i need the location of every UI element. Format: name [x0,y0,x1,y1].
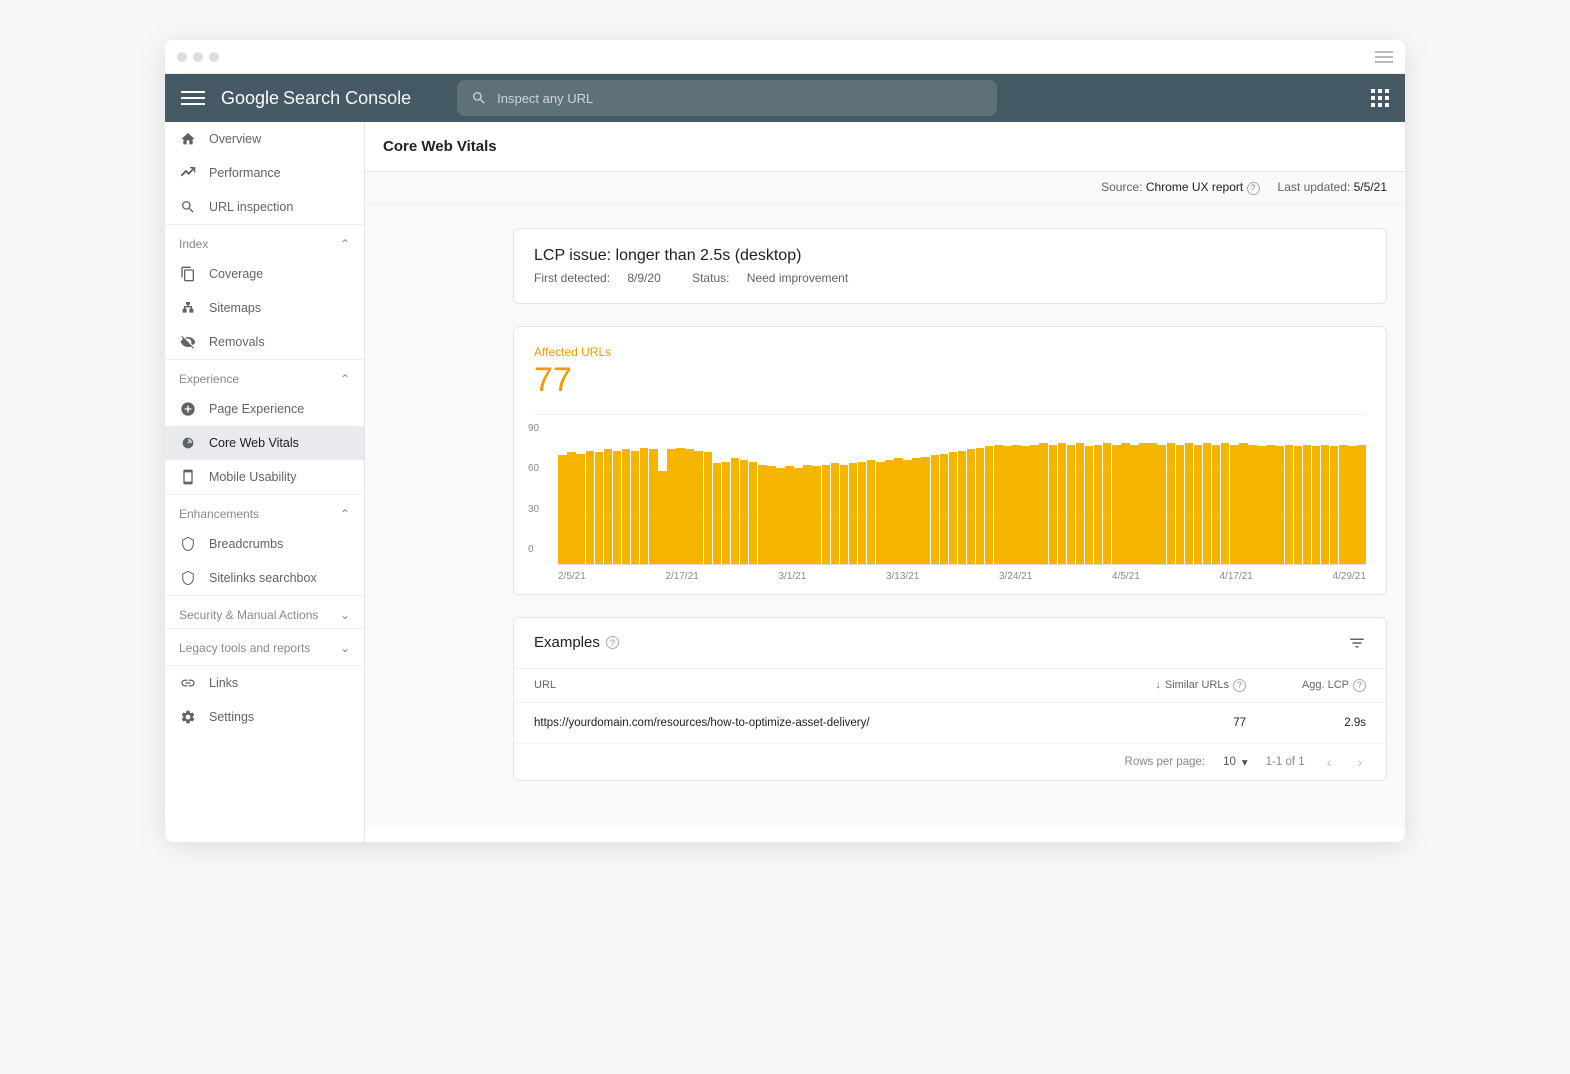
sidebar-item-page-experience[interactable]: Page Experience [165,392,364,426]
apps-icon[interactable] [1371,89,1389,107]
col-url: URL [534,679,1096,692]
searchbox-icon [179,569,197,587]
app-topbar: Google Search Console [165,74,1405,122]
issue-title: LCP issue: longer than 2.5s (desktop) [534,247,1366,265]
chart-icon [179,164,197,182]
brand: Google Search Console [221,88,411,109]
prev-page-button[interactable]: ‹ [1323,754,1336,770]
x-axis-ticks: 2/5/212/17/213/1/213/13/213/24/214/5/214… [558,565,1366,582]
sidebar-item-core-web-vitals[interactable]: Core Web Vitals [165,426,364,460]
menu-icon[interactable] [181,86,205,110]
sidebar: Overview Performance URL inspection Inde… [165,122,365,842]
next-page-button[interactable]: › [1353,754,1366,770]
coverage-icon [179,265,197,283]
sidebar-item-settings[interactable]: Settings [165,700,364,734]
chevron-down-icon: ⌄ [340,641,350,655]
chevron-up-icon: ⌃ [340,372,350,386]
brand-product: Search Console [283,88,411,109]
gear-icon [179,708,197,726]
chevron-up-icon: ⌃ [340,237,350,251]
y-axis-ticks: 9060300 [528,423,556,556]
sidebar-item-sitemaps[interactable]: Sitemaps [165,291,364,325]
meta-row: Source: Chrome UX report ? Last updated:… [365,172,1405,204]
window-titlebar [165,40,1405,74]
section-security[interactable]: Security & Manual Actions⌄ [165,595,364,628]
search-input[interactable] [497,91,983,106]
examples-card: Examples ? URL ↓ Similar URLs ? Agg. LCP… [513,617,1387,781]
page-title: Core Web Vitals [383,138,1387,155]
help-icon[interactable]: ? [1353,679,1366,692]
sort-down-icon: ↓ [1155,679,1161,691]
filter-icon[interactable] [1348,634,1366,652]
help-icon[interactable]: ? [1247,182,1260,195]
col-lcp[interactable]: Agg. LCP ? [1246,679,1366,692]
breadcrumb-icon [179,535,197,553]
mobile-icon [179,468,197,486]
sidebar-item-coverage[interactable]: Coverage [165,257,364,291]
sidebar-item-links[interactable]: Links [165,666,364,700]
table-row[interactable]: https://yourdomain.com/resources/how-to-… [514,703,1386,744]
plus-circle-icon [179,400,197,418]
page-range: 1-1 of 1 [1266,756,1305,768]
affected-urls-label: Affected URLs [534,345,1366,359]
chevron-down-icon: ⌄ [340,608,350,622]
links-icon [179,674,197,692]
search-icon [471,90,487,106]
section-index[interactable]: Index⌃ [165,224,364,257]
sidebar-item-mobile-usability[interactable]: Mobile Usability [165,460,364,494]
sidebar-item-breadcrumbs[interactable]: Breadcrumbs [165,527,364,561]
sidebar-item-sitelinks-searchbox[interactable]: Sitelinks searchbox [165,561,364,595]
chart-card: Affected URLs 77 9060300 2/5/212/17/213/… [513,326,1387,595]
removals-icon [179,333,197,351]
chart-bars [558,425,1366,565]
window-controls[interactable] [177,52,219,62]
sitemap-icon [179,299,197,317]
section-enhancements[interactable]: Enhancements⌃ [165,494,364,527]
sidebar-item-url-inspection[interactable]: URL inspection [165,190,364,224]
dropdown-icon: ▾ [1242,755,1248,769]
search-icon [179,198,197,216]
url-search[interactable] [457,80,997,116]
gauge-icon [179,434,197,452]
help-icon[interactable]: ? [606,636,619,649]
help-icon[interactable]: ? [1233,679,1246,692]
window-menu-icon[interactable] [1375,51,1393,63]
examples-title: Examples ? [534,634,619,651]
sidebar-item-performance[interactable]: Performance [165,156,364,190]
rows-per-page-select[interactable]: 10 ▾ [1223,755,1248,769]
section-legacy[interactable]: Legacy tools and reports⌄ [165,628,364,661]
pagination: Rows per page: 10 ▾ 1-1 of 1 ‹ › [514,744,1386,780]
table-header: URL ↓ Similar URLs ? Agg. LCP ? [514,668,1386,703]
col-similar[interactable]: ↓ Similar URLs ? [1096,679,1246,692]
home-icon [179,130,197,148]
chevron-up-icon: ⌃ [340,507,350,521]
sidebar-item-overview[interactable]: Overview [165,122,364,156]
issue-summary-card: LCP issue: longer than 2.5s (desktop) Fi… [513,228,1387,304]
section-experience[interactable]: Experience⌃ [165,359,364,392]
main-content: Core Web Vitals Source: Chrome UX report… [365,122,1405,842]
sidebar-item-removals[interactable]: Removals [165,325,364,359]
brand-google: Google [221,88,279,109]
affected-urls-count: 77 [534,361,1366,400]
